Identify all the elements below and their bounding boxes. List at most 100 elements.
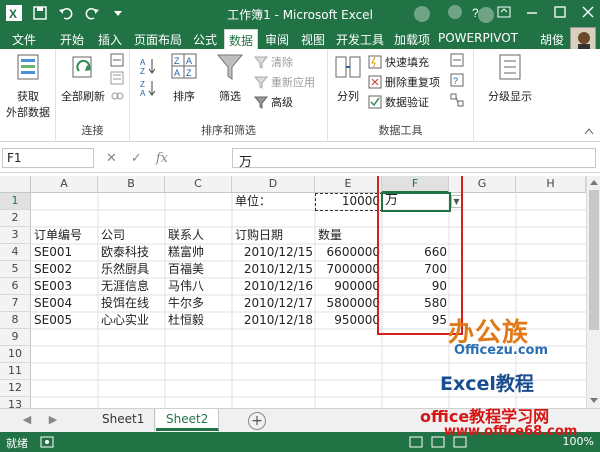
column-header-e[interactable]: E — [315, 176, 382, 193]
next-sheet-icon[interactable]: ▶ — [46, 413, 60, 429]
cell-d1-unit-label[interactable]: 单位： — [233, 193, 315, 210]
what-if-icon[interactable]: ? — [450, 73, 466, 87]
row-header[interactable]: 7 — [0, 295, 31, 312]
cell-header-company[interactable]: 公司 — [99, 227, 165, 244]
table-cell-qty[interactable]: 7000000 — [316, 261, 382, 278]
formula-input[interactable]: 万 — [232, 148, 596, 170]
sort-za-icon[interactable]: ZA — [140, 79, 158, 97]
filter-button[interactable]: 筛选 — [210, 51, 250, 104]
table-cell-company[interactable]: 无涯信息 — [99, 278, 165, 295]
close-icon[interactable] — [580, 4, 596, 20]
cell-header-contact[interactable]: 联系人 — [166, 227, 232, 244]
tab-sheet1[interactable]: Sheet1 — [92, 409, 156, 431]
cancel-icon[interactable]: ✕ — [106, 151, 117, 166]
row-header[interactable]: 1 — [0, 193, 31, 210]
table-cell-company[interactable]: 心心实业 — [99, 312, 165, 329]
table-cell-id[interactable]: SE003 — [32, 278, 98, 295]
table-cell-contact[interactable]: 马伟八 — [166, 278, 232, 295]
sort-az-icon[interactable]: AZ — [140, 57, 158, 75]
table-cell-company[interactable]: 投饵在线 — [99, 295, 165, 312]
table-cell-date[interactable]: 2010/12/17 — [233, 295, 315, 312]
tab-page-layout[interactable]: 页面布局 — [130, 29, 186, 49]
column-header-h[interactable]: H — [516, 176, 586, 193]
minimize-icon[interactable] — [524, 4, 540, 20]
table-cell-company[interactable]: 乐然厨具 — [99, 261, 165, 278]
maximize-icon[interactable] — [552, 4, 568, 20]
table-cell-company[interactable]: 欧泰科技 — [99, 244, 165, 261]
table-cell-id[interactable]: SE004 — [32, 295, 98, 312]
outline-button[interactable]: 分级显示 — [480, 51, 540, 104]
advanced-button[interactable]: 高级 — [254, 93, 293, 111]
collapse-ribbon-icon[interactable] — [584, 127, 594, 135]
avatar[interactable] — [570, 27, 596, 51]
cell-header-order-id[interactable]: 订单编号 — [32, 227, 98, 244]
select-all-corner[interactable] — [0, 176, 31, 193]
row-header[interactable]: 11 — [0, 363, 31, 380]
table-cell-id[interactable]: SE005 — [32, 312, 98, 329]
get-external-data-button[interactable]: 获取 外部数据 — [4, 51, 52, 120]
row-header[interactable]: 12 — [0, 380, 31, 397]
enter-icon[interactable]: ✓ — [131, 151, 142, 166]
text-to-columns-button[interactable]: 分列 — [330, 51, 366, 104]
table-cell-id[interactable]: SE001 — [32, 244, 98, 261]
table-cell-contact[interactable]: 糕富帅 — [166, 244, 232, 261]
cell-header-order-date[interactable]: 订购日期 — [233, 227, 315, 244]
column-header-d[interactable]: D — [232, 176, 315, 193]
tab-sheet2[interactable]: Sheet2 — [156, 409, 220, 431]
clear-button[interactable]: 清除 — [254, 53, 293, 71]
tab-developer[interactable]: 开发工具 — [332, 29, 388, 49]
table-cell-date[interactable]: 2010/12/16 — [233, 278, 315, 295]
properties-icon[interactable] — [110, 71, 124, 85]
table-cell-date[interactable]: 2010/12/18 — [233, 312, 315, 329]
tab-powerpivot[interactable]: POWERPIVOT — [436, 29, 520, 49]
user-name[interactable]: 胡俊 — [540, 31, 564, 48]
data-validation-button[interactable]: 数据验证 — [368, 93, 429, 111]
tab-review[interactable]: 审阅 — [260, 29, 294, 49]
column-header-c[interactable]: C — [165, 176, 232, 193]
cell-header-quantity[interactable]: 数量 — [316, 227, 382, 244]
table-cell-qty[interactable]: 900000 — [316, 278, 382, 295]
row-header[interactable]: 8 — [0, 312, 31, 329]
row-header[interactable]: 2 — [0, 210, 31, 227]
sort-button[interactable]: ZAAZ 排序 — [164, 51, 204, 104]
row-header[interactable]: 3 — [0, 227, 31, 244]
tab-formulas[interactable]: 公式 — [188, 29, 222, 49]
table-cell-contact[interactable]: 杜恒毅 — [166, 312, 232, 329]
remove-duplicates-button[interactable]: 删除重复项 — [368, 73, 440, 91]
tab-home[interactable]: 开始 — [54, 29, 90, 49]
help-icon[interactable]: ? — [468, 4, 484, 20]
row-header[interactable]: 5 — [0, 261, 31, 278]
row-header[interactable]: 10 — [0, 346, 31, 363]
insert-function-icon[interactable]: fx — [156, 151, 168, 166]
tab-file[interactable]: 文件 — [0, 29, 48, 49]
flash-fill-button[interactable]: 快速填充 — [368, 53, 429, 71]
add-sheet-icon[interactable]: + — [248, 412, 266, 430]
consolidate-icon[interactable] — [450, 53, 466, 67]
table-cell-contact[interactable]: 牛尔多 — [166, 295, 232, 312]
reapply-button[interactable]: 重新应用 — [254, 73, 315, 91]
column-header-b[interactable]: B — [98, 176, 165, 193]
row-header[interactable]: 4 — [0, 244, 31, 261]
refresh-all-button[interactable]: 全部刷新 — [60, 51, 106, 104]
connections-icon[interactable] — [110, 53, 124, 67]
macro-record-icon[interactable] — [40, 436, 54, 448]
tab-view[interactable]: 视图 — [296, 29, 330, 49]
table-cell-qty[interactable]: 5800000 — [316, 295, 382, 312]
table-cell-contact[interactable]: 百福美 — [166, 261, 232, 278]
name-box[interactable]: F1 — [2, 148, 94, 168]
column-header-a[interactable]: A — [31, 176, 98, 193]
row-header[interactable]: 13 — [0, 397, 31, 408]
table-cell-date[interactable]: 2010/12/15 — [233, 261, 315, 278]
row-header[interactable]: 6 — [0, 278, 31, 295]
table-cell-qty[interactable]: 950000 — [316, 312, 382, 329]
tab-addins[interactable]: 加载项 — [390, 29, 434, 49]
edit-links-icon[interactable] — [110, 89, 124, 103]
ribbon-display-icon[interactable] — [496, 4, 512, 20]
tab-insert[interactable]: 插入 — [92, 29, 128, 49]
table-cell-qty[interactable]: 6600000 — [316, 244, 382, 261]
table-cell-date[interactable]: 2010/12/15 — [233, 244, 315, 261]
table-cell-id[interactable]: SE002 — [32, 261, 98, 278]
tab-data[interactable]: 数据 — [224, 29, 258, 49]
prev-sheet-icon[interactable]: ◀ — [20, 413, 34, 429]
relationships-icon[interactable] — [450, 93, 466, 107]
